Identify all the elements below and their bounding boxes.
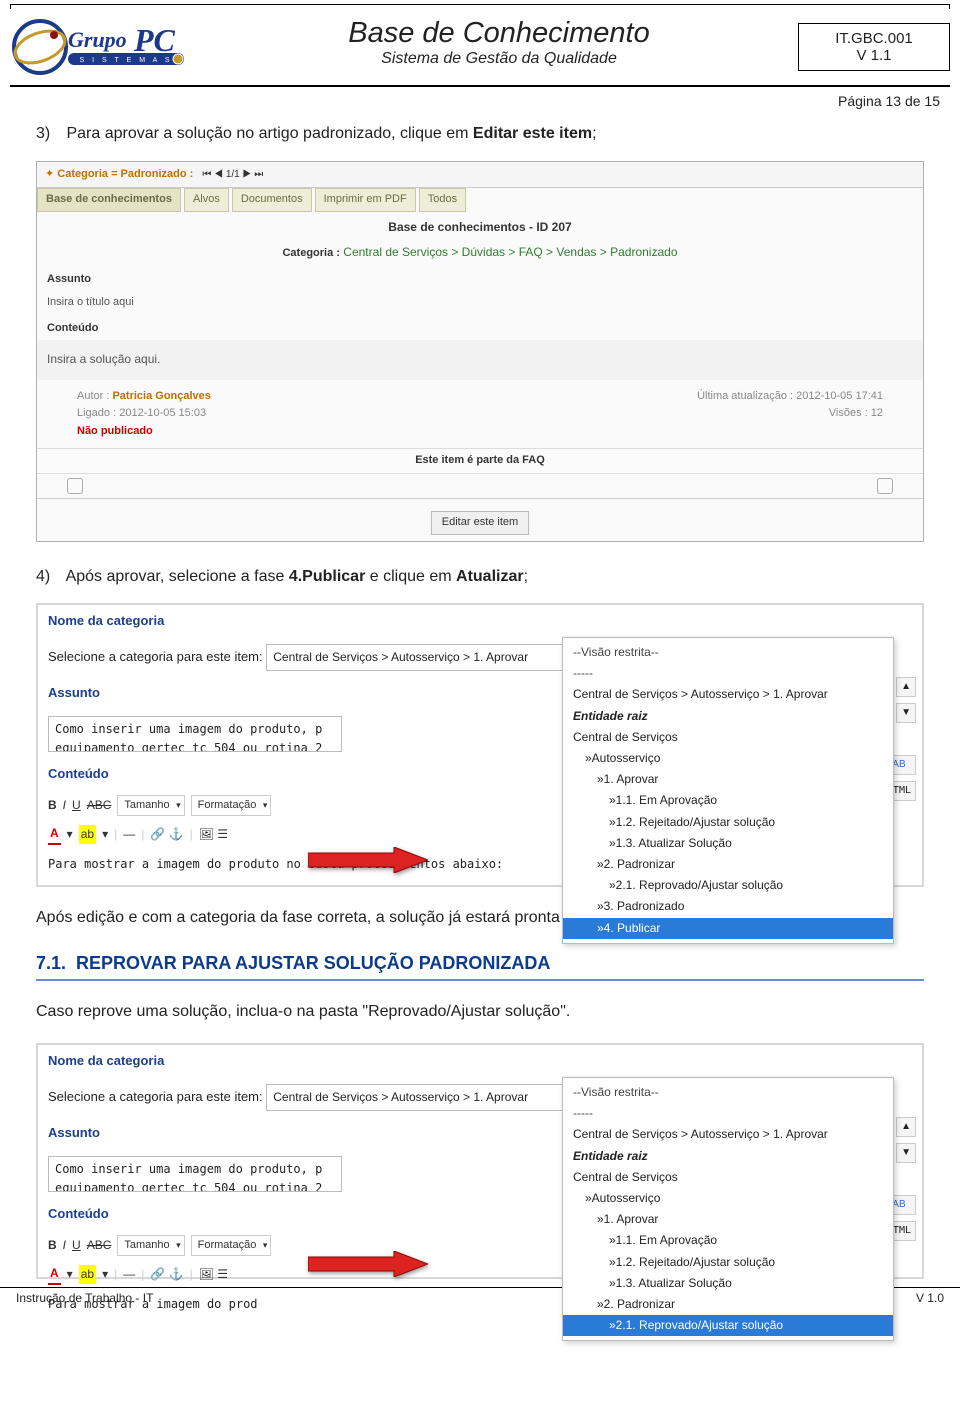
- font-size-select[interactable]: Tamanho: [117, 1235, 184, 1257]
- doc-meta: IT.GBC.001 V 1.1: [798, 23, 950, 71]
- scroll-up-icon[interactable]: ▲: [896, 1117, 916, 1137]
- red-arrow-icon: [308, 1251, 428, 1277]
- kb-breadcrumb: Categoria = Padronizado :: [57, 168, 193, 180]
- book-icon[interactable]: [877, 478, 893, 494]
- page-indicator: Página 13 de 15: [0, 91, 960, 113]
- document-header: Grupo PC S I S T E M A S Base de Conheci…: [0, 13, 960, 81]
- step-4: 4) Após aprovar, selecione a fase 4.Publ…: [36, 564, 924, 590]
- scroll-down-icon[interactable]: ▼: [896, 1143, 916, 1163]
- dd-item-reprovado[interactable]: »2.1. Reprovado/Ajustar solução: [563, 1315, 893, 1336]
- tab-docs[interactable]: Documentos: [232, 188, 312, 212]
- sheet-icon[interactable]: [67, 478, 83, 494]
- dd-item-publicar[interactable]: »4. Publicar: [563, 918, 893, 939]
- company-logo: Grupo PC S I S T E M A S: [10, 17, 200, 77]
- format-select[interactable]: Formatação: [191, 795, 272, 817]
- font-size-select[interactable]: Tamanho: [117, 795, 184, 817]
- svg-text:PC: PC: [133, 22, 176, 58]
- kb-id: Base de conhecimentos - ID 207: [37, 212, 923, 240]
- category-dropdown-open[interactable]: --Visão restrita-- ----- Central de Serv…: [562, 637, 894, 944]
- scroll-down-icon[interactable]: ▼: [896, 703, 916, 723]
- section-7-1-body: Caso reprove uma solução, inclua-o na pa…: [36, 999, 924, 1025]
- tab-kb[interactable]: Base de conhecimentos: [37, 188, 181, 212]
- status-not-published: Não publicado: [77, 425, 153, 437]
- doc-subtitle: Sistema de Gestão da Qualidade: [200, 50, 798, 68]
- kb-faq-line: Este item é parte da FAQ: [37, 448, 923, 474]
- doc-version: V 1.1: [809, 47, 939, 64]
- edit-item-button[interactable]: Editar este item: [431, 511, 529, 535]
- screenshot-kb-view: ✦ Categoria = Padronizado : ⏮ ◀ 1/1 ▶ ⏭ …: [36, 161, 924, 542]
- subject-input[interactable]: Como inserir uma imagem do produto, p eq…: [48, 716, 342, 752]
- kb-category-path: Central de Serviços > Dúvidas > FAQ > Ve…: [343, 245, 677, 259]
- subject-input[interactable]: Como inserir uma imagem do produto, p eq…: [48, 1156, 342, 1192]
- section-7-1-heading: 7.1. REPROVAR PARA AJUSTAR SOLUÇÃO PADRO…: [36, 949, 924, 982]
- category-dropdown-open[interactable]: --Visão restrita-- ----- Central de Serv…: [562, 1077, 894, 1341]
- step-3: 3) Para aprovar a solução no artigo padr…: [36, 121, 924, 147]
- kb-content-placeholder: Insira a solução aqui.: [37, 340, 923, 379]
- scroll-up-icon[interactable]: ▲: [896, 677, 916, 697]
- screenshot-category-publish: Nome da categoria Selecione a categoria …: [36, 603, 924, 887]
- format-select[interactable]: Formatação: [191, 1235, 272, 1257]
- doc-code: IT.GBC.001: [809, 30, 939, 47]
- tab-todos[interactable]: Todos: [419, 188, 466, 212]
- kb-subject-placeholder: Insira o título aqui: [37, 291, 923, 315]
- svg-text:S I S T E M A S: S I S T E M A S: [80, 57, 173, 64]
- tab-pdf[interactable]: Imprimir em PDF: [315, 188, 416, 212]
- tab-alvos[interactable]: Alvos: [184, 188, 229, 212]
- red-arrow-icon: [308, 847, 428, 873]
- screenshot-category-reprovado: Nome da categoria Selecione a categoria …: [36, 1043, 924, 1279]
- doc-title: Base de Conhecimento: [200, 17, 798, 50]
- svg-text:Grupo: Grupo: [68, 27, 127, 52]
